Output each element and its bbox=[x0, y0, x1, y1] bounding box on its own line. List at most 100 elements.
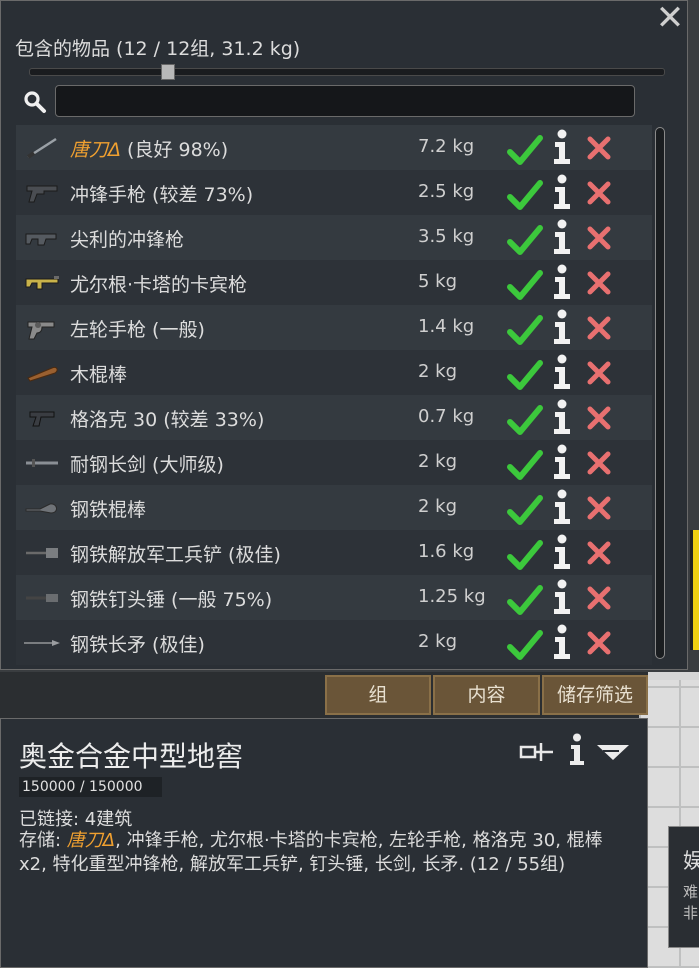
revolver-icon bbox=[27, 321, 55, 340]
item-mass: 7.2 kg bbox=[418, 136, 475, 157]
drop-x-icon[interactable] bbox=[586, 135, 612, 161]
allow-checkmark-icon[interactable] bbox=[507, 583, 543, 617]
drop-x-icon[interactable] bbox=[586, 630, 612, 656]
allow-checkmark-icon[interactable] bbox=[507, 223, 543, 257]
info-icon[interactable] bbox=[551, 264, 573, 300]
info-icon[interactable] bbox=[551, 399, 573, 435]
item-mass: 2 kg bbox=[418, 631, 458, 652]
item-row[interactable]: 钢铁长矛 (极佳) 2 kg bbox=[16, 620, 652, 665]
item-name-text: 耐钢长剑 (大师级) bbox=[70, 454, 224, 476]
item-name-text: 尖利的冲锋枪 bbox=[70, 229, 185, 251]
item-row[interactable]: 冲锋手枪 (较差 73%) 2.5 kg bbox=[16, 170, 652, 215]
info-icon[interactable] bbox=[551, 579, 573, 615]
info-icon[interactable] bbox=[551, 444, 573, 480]
side-tooltip-panel: 娱 难 非 bbox=[668, 826, 699, 948]
item-name: 耐钢长剑 (大师级) bbox=[70, 450, 224, 477]
drop-x-icon[interactable] bbox=[586, 360, 612, 386]
allow-checkmark-icon[interactable] bbox=[507, 133, 543, 167]
allow-checkmark-icon[interactable] bbox=[507, 358, 543, 392]
filter-dropdown-icon[interactable] bbox=[595, 741, 631, 763]
drop-x-icon[interactable] bbox=[586, 450, 612, 476]
allow-checkmark-icon[interactable] bbox=[507, 403, 543, 437]
item-name-highlight: 唐刀Δ bbox=[70, 139, 121, 161]
drop-x-icon[interactable] bbox=[586, 585, 612, 611]
tab-storage-filter[interactable]: 储存筛选 bbox=[542, 675, 648, 715]
slider-handle[interactable] bbox=[160, 64, 175, 80]
katana-icon bbox=[26, 137, 57, 159]
link-icon[interactable] bbox=[519, 741, 555, 765]
item-row[interactable]: 耐钢长剑 (大师级) 2 kg bbox=[16, 440, 652, 485]
item-row[interactable]: 尖利的冲锋枪 3.5 kg bbox=[16, 215, 652, 260]
item-name: 尤尔根·卡塔的卡宾枪 bbox=[70, 270, 247, 297]
search-icon bbox=[24, 91, 46, 113]
info-icon[interactable] bbox=[551, 309, 573, 345]
item-mass: 2 kg bbox=[418, 451, 458, 472]
info-icon[interactable] bbox=[551, 354, 573, 390]
item-row[interactable]: 尤尔根·卡塔的卡宾枪 5 kg bbox=[16, 260, 652, 305]
scrollbar[interactable] bbox=[655, 125, 665, 661]
item-name: 钢铁长矛 (极佳) bbox=[70, 630, 205, 657]
mace-icon bbox=[26, 594, 58, 602]
info-icon[interactable] bbox=[551, 129, 573, 165]
steel-club-icon bbox=[25, 503, 57, 514]
item-name-text: 钢铁棍棒 bbox=[70, 499, 147, 521]
item-name-text: (良好 98%) bbox=[121, 139, 229, 161]
linked-buildings: 已链接: 4建筑 bbox=[19, 809, 133, 830]
item-row[interactable]: 唐刀Δ (良好 98%) 7.2 kg bbox=[16, 125, 652, 170]
close-button[interactable]: ✕ bbox=[653, 1, 687, 37]
item-name: 木棍棒 bbox=[70, 360, 127, 387]
info-icon[interactable] bbox=[567, 733, 587, 767]
item-row[interactable]: 钢铁解放军工兵铲 (极佳) 1.6 kg bbox=[16, 530, 652, 575]
item-name: 钢铁钉头锤 (一般 75%) bbox=[70, 585, 272, 612]
building-title: 奥金合金中型地窖 bbox=[19, 740, 244, 773]
storage-label: 存储: bbox=[19, 830, 67, 851]
item-row[interactable]: 钢铁钉头锤 (一般 75%) 1.25 kg bbox=[16, 575, 652, 620]
inspect-pane: 奥金合金中型地窖 150000 / 150000 已链接: 4建筑 存储: 唐刀… bbox=[0, 718, 648, 968]
item-list: 唐刀Δ (良好 98%) 7.2 kg 冲锋手枪 (较差 73%) 2.5 kg 尖利的… bbox=[16, 125, 652, 665]
item-name-text: 木棍棒 bbox=[70, 364, 128, 386]
carbine-icon bbox=[25, 276, 59, 290]
search-input[interactable] bbox=[55, 85, 635, 117]
yellow-wall bbox=[690, 530, 699, 650]
drop-x-icon[interactable] bbox=[586, 180, 612, 206]
allow-checkmark-icon[interactable] bbox=[507, 178, 543, 212]
info-icon[interactable] bbox=[551, 624, 573, 660]
item-row[interactable]: 钢铁棍棒 2 kg bbox=[16, 485, 652, 530]
allow-checkmark-icon[interactable] bbox=[507, 268, 543, 302]
item-mass: 5 kg bbox=[418, 271, 458, 292]
drop-x-icon[interactable] bbox=[586, 315, 612, 341]
allow-checkmark-icon[interactable] bbox=[507, 448, 543, 482]
pistol-icon bbox=[29, 411, 55, 427]
smg-icon bbox=[25, 233, 57, 246]
item-mass: 2 kg bbox=[418, 361, 458, 382]
item-name-text: 冲锋手枪 (较差 73%) bbox=[70, 184, 254, 206]
allow-checkmark-icon[interactable] bbox=[507, 493, 543, 527]
drop-x-icon[interactable] bbox=[586, 540, 612, 566]
scrollbar-thumb[interactable] bbox=[655, 127, 665, 659]
allow-checkmark-icon[interactable] bbox=[507, 538, 543, 572]
item-row[interactable]: 格洛克 30 (较差 33%) 0.7 kg bbox=[16, 395, 652, 440]
item-row[interactable]: 左轮手枪 (一般) 1.4 kg bbox=[16, 305, 652, 350]
spear-icon bbox=[24, 640, 60, 646]
drop-x-icon[interactable] bbox=[586, 405, 612, 431]
shovel-icon bbox=[26, 548, 58, 558]
info-icon[interactable] bbox=[551, 489, 573, 525]
allow-checkmark-icon[interactable] bbox=[507, 313, 543, 347]
tab-contents[interactable]: 内容 bbox=[433, 675, 540, 715]
window-title: 包含的物品 (12 / 12组, 31.2 kg) bbox=[15, 38, 301, 60]
item-name-text: 钢铁钉头锤 (一般 75%) bbox=[70, 589, 273, 611]
info-icon[interactable] bbox=[551, 534, 573, 570]
drop-x-icon[interactable] bbox=[586, 270, 612, 296]
item-row[interactable]: 木棍棒 2 kg bbox=[16, 350, 652, 395]
drop-x-icon[interactable] bbox=[586, 495, 612, 521]
tab-group[interactable]: 组 bbox=[325, 675, 431, 715]
info-icon[interactable] bbox=[551, 174, 573, 210]
item-name: 格洛克 30 (较差 33%) bbox=[70, 405, 264, 432]
info-icon[interactable] bbox=[551, 219, 573, 255]
allow-checkmark-icon[interactable] bbox=[507, 628, 543, 662]
machine-pistol-icon bbox=[26, 185, 58, 203]
item-mass: 1.25 kg bbox=[418, 586, 486, 607]
zoom-slider[interactable] bbox=[29, 64, 665, 80]
storage-summary: 存储: 唐刀Δ, 冲锋手枪, 尤尔根·卡塔的卡宾枪, 左轮手枪, 格洛克 30,… bbox=[19, 829, 619, 877]
drop-x-icon[interactable] bbox=[586, 225, 612, 251]
